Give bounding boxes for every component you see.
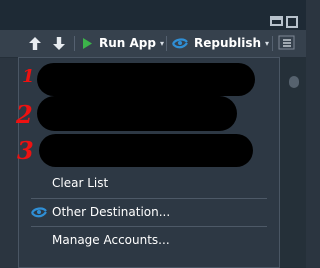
clear-list-item[interactable]: Clear List bbox=[19, 171, 279, 195]
outline-icon bbox=[278, 35, 295, 50]
toolbar-divider bbox=[272, 36, 273, 51]
other-destination-item[interactable]: Other Destination... bbox=[19, 200, 279, 224]
window-controls bbox=[270, 16, 298, 28]
publish-icon bbox=[172, 38, 188, 49]
minimize-pane-icon[interactable] bbox=[270, 16, 283, 26]
pane-header-strip bbox=[0, 0, 306, 31]
annotation-marker: 2 bbox=[16, 100, 33, 129]
menu-divider bbox=[31, 198, 267, 199]
run-app-button[interactable]: Run App ▾ bbox=[82, 34, 164, 52]
toolbar-divider bbox=[74, 36, 75, 51]
menu-divider bbox=[31, 226, 267, 227]
editor-toolbar: Run App ▾ Republish ▾ bbox=[0, 30, 306, 58]
maximize-pane-icon[interactable] bbox=[286, 16, 298, 28]
republish-dropdown-menu: 1 2 3 Clear List Other Destination... Ma… bbox=[16, 57, 280, 268]
redacted-region bbox=[37, 63, 255, 96]
recent-destination-item[interactable]: 1 bbox=[19, 63, 279, 99]
republish-button[interactable]: Republish ▾ bbox=[172, 34, 269, 52]
arrow-up-icon bbox=[29, 36, 41, 50]
run-app-dropdown-icon[interactable]: ▾ bbox=[160, 39, 164, 48]
other-destination-label: Other Destination... bbox=[52, 205, 171, 219]
run-app-label: Run App bbox=[99, 36, 156, 50]
arrow-down-icon bbox=[53, 36, 65, 50]
scrollbar-thumb[interactable] bbox=[289, 76, 299, 88]
publish-icon bbox=[31, 207, 47, 218]
annotation-marker: 3 bbox=[17, 136, 34, 165]
redacted-region bbox=[39, 134, 253, 167]
republish-label: Republish bbox=[194, 36, 262, 50]
republish-dropdown-icon[interactable]: ▾ bbox=[265, 39, 269, 48]
recent-destination-item[interactable]: 3 bbox=[17, 134, 279, 170]
document-outline-button[interactable] bbox=[278, 35, 295, 50]
recent-destination-item[interactable]: 2 bbox=[16, 96, 279, 132]
toolbar-divider bbox=[166, 36, 167, 51]
editor-margin bbox=[280, 58, 306, 268]
annotation-marker: 1 bbox=[22, 66, 35, 87]
manage-accounts-item[interactable]: Manage Accounts... bbox=[19, 228, 279, 252]
go-to-previous-section-button[interactable] bbox=[27, 34, 43, 52]
manage-accounts-label: Manage Accounts... bbox=[52, 233, 170, 247]
clear-list-label: Clear List bbox=[52, 176, 109, 190]
go-to-next-section-button[interactable] bbox=[51, 34, 67, 52]
redacted-region bbox=[37, 96, 237, 131]
play-icon bbox=[83, 37, 92, 49]
